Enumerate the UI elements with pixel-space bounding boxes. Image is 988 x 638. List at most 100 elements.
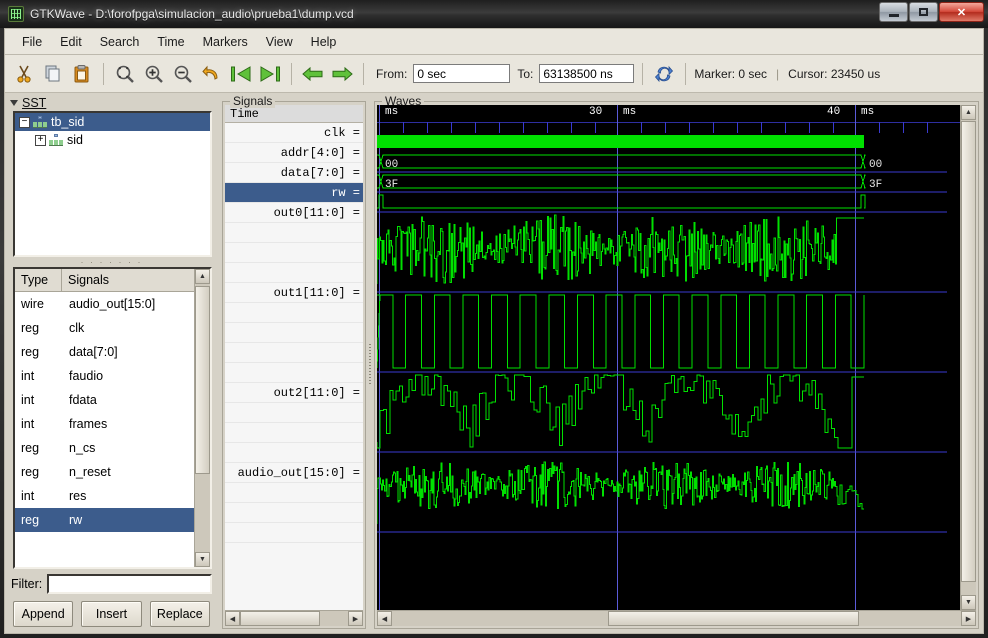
go-end-icon[interactable] bbox=[257, 61, 283, 87]
cell-signal: data[7:0] bbox=[62, 345, 194, 359]
cell-signal: frames bbox=[62, 417, 194, 431]
scroll-up-icon[interactable]: ▲ bbox=[195, 269, 210, 284]
waves-vscrollbar[interactable]: ▲ ▼ bbox=[960, 105, 976, 610]
expander-icon[interactable]: − bbox=[19, 117, 30, 128]
next-edge-icon[interactable] bbox=[329, 61, 355, 87]
cut-icon[interactable] bbox=[11, 61, 37, 87]
menu-file[interactable]: File bbox=[13, 32, 51, 52]
maximize-button[interactable] bbox=[909, 2, 938, 22]
menu-edit[interactable]: Edit bbox=[51, 32, 91, 52]
zoom-in-icon[interactable] bbox=[141, 61, 167, 87]
signal-name-list[interactable]: Time clk = addr[4:0] = data[7:0] = rw = … bbox=[225, 105, 363, 610]
go-start-icon[interactable] bbox=[228, 61, 254, 87]
ruler-label: ms bbox=[623, 106, 636, 118]
table-row[interactable]: wire audio_out[15:0] bbox=[15, 292, 194, 316]
table-row[interactable]: reg n_cs bbox=[15, 436, 194, 460]
signal-name-addr[interactable]: addr[4:0] = bbox=[225, 143, 363, 163]
table-row[interactable]: reg clk bbox=[15, 316, 194, 340]
signal-name-clk[interactable]: clk = bbox=[225, 123, 363, 143]
column-header-type[interactable]: Type bbox=[15, 269, 62, 291]
splitter-grip bbox=[369, 344, 371, 384]
scroll-up-icon[interactable]: ▲ bbox=[961, 105, 976, 120]
signal-name-out2[interactable]: out2[11:0] = bbox=[225, 383, 363, 403]
toolbar-separator-2 bbox=[291, 63, 292, 85]
menu-view[interactable]: View bbox=[257, 32, 302, 52]
table-row[interactable]: reg data[7:0] bbox=[15, 340, 194, 364]
insert-button[interactable]: Insert bbox=[81, 601, 141, 627]
module-icon bbox=[33, 116, 47, 128]
table-row[interactable]: int frames bbox=[15, 412, 194, 436]
scrollbar-track[interactable] bbox=[961, 120, 976, 595]
signal-name-out0[interactable]: out0[11:0] = bbox=[225, 203, 363, 223]
signals-hscrollbar[interactable]: ◀ ▶ bbox=[225, 610, 363, 626]
tree-item-tb_sid[interactable]: − tb_sid bbox=[15, 113, 210, 131]
menu-help[interactable]: Help bbox=[302, 32, 346, 52]
signal-name-out1[interactable]: out1[11:0] = bbox=[225, 283, 363, 303]
cell-signal: clk bbox=[62, 321, 194, 335]
table-row[interactable]: int fdata bbox=[15, 388, 194, 412]
hscroll-right-icon[interactable]: ▶ bbox=[348, 611, 363, 626]
undo-icon[interactable] bbox=[199, 61, 225, 87]
hscrollbar-track[interactable] bbox=[392, 611, 961, 626]
pane-splitter[interactable] bbox=[366, 94, 374, 633]
hscrollbar-track[interactable] bbox=[240, 611, 348, 626]
signal-name-audioout[interactable]: audio_out[15:0] = bbox=[225, 463, 363, 483]
scrollbar-thumb[interactable] bbox=[961, 121, 976, 582]
cursor-status: Cursor: 23450 us bbox=[788, 67, 880, 81]
menu-search[interactable]: Search bbox=[91, 32, 149, 52]
zoom-out-icon[interactable] bbox=[170, 61, 196, 87]
tree-item-sid[interactable]: + sid bbox=[15, 131, 210, 149]
table-row[interactable]: int faudio bbox=[15, 364, 194, 388]
hscroll-left-icon[interactable]: ◀ bbox=[225, 611, 240, 626]
hscrollbar-thumb[interactable] bbox=[240, 611, 320, 626]
minimize-icon bbox=[889, 14, 899, 17]
sst-header[interactable]: SST bbox=[5, 94, 218, 111]
menu-markers[interactable]: Markers bbox=[194, 32, 257, 52]
filter-row: Filter: bbox=[5, 569, 218, 597]
table-row[interactable]: int res bbox=[15, 484, 194, 508]
paste-icon[interactable] bbox=[69, 61, 95, 87]
to-input[interactable]: 63138500 ns bbox=[539, 64, 634, 83]
signal-name-rw[interactable]: rw = bbox=[225, 183, 363, 203]
cell-type: reg bbox=[15, 345, 62, 359]
scrollbar-track[interactable] bbox=[195, 284, 210, 552]
scroll-down-icon[interactable]: ▼ bbox=[961, 595, 976, 610]
reload-icon[interactable] bbox=[651, 61, 677, 87]
spacer-row bbox=[225, 243, 363, 263]
waves-hscrollbar[interactable]: ◀ ▶ bbox=[377, 610, 976, 626]
zoom-fit-icon[interactable] bbox=[112, 61, 138, 87]
hscroll-right-icon[interactable]: ▶ bbox=[961, 611, 976, 626]
signal-name-data[interactable]: data[7:0] = bbox=[225, 163, 363, 183]
sst-tree[interactable]: − tb_sid + sid bbox=[13, 111, 212, 257]
column-header-signals[interactable]: Signals bbox=[62, 269, 194, 291]
table-row[interactable]: reg rw bbox=[15, 508, 194, 532]
from-input[interactable]: 0 sec bbox=[413, 64, 510, 83]
minimize-button[interactable] bbox=[879, 2, 908, 22]
signal-table[interactable]: Type Signals wire audio_out[15:0] reg bbox=[13, 267, 212, 569]
replace-button[interactable]: Replace bbox=[150, 601, 210, 627]
close-button[interactable]: ✕ bbox=[939, 2, 984, 22]
time-ruler[interactable]: ms 30 ms 40 ms bbox=[377, 105, 960, 123]
spacer-row bbox=[225, 303, 363, 323]
filter-input[interactable] bbox=[47, 574, 212, 594]
pane-resize-grip[interactable]: · · · · · · · bbox=[5, 257, 218, 267]
wave-canvas[interactable]: ms 30 ms 40 ms bbox=[377, 105, 960, 610]
hscroll-left-icon[interactable]: ◀ bbox=[377, 611, 392, 626]
from-label: From: bbox=[376, 67, 407, 81]
waves-body: ms 30 ms 40 ms bbox=[377, 105, 976, 610]
hscrollbar-thumb[interactable] bbox=[608, 611, 858, 626]
menu-time[interactable]: Time bbox=[148, 32, 193, 52]
scrollbar-thumb[interactable] bbox=[195, 286, 210, 474]
table-row[interactable]: reg n_reset bbox=[15, 460, 194, 484]
expander-icon[interactable]: + bbox=[35, 135, 46, 146]
prev-edge-icon[interactable] bbox=[300, 61, 326, 87]
scroll-down-icon[interactable]: ▼ bbox=[195, 552, 210, 567]
signal-table-scrollbar[interactable]: ▲ ▼ bbox=[194, 269, 210, 567]
spacer-row bbox=[225, 443, 363, 463]
copy-icon[interactable] bbox=[40, 61, 66, 87]
panes-container: SST − tb_sid + sid · · · · · · · bbox=[5, 94, 983, 633]
ruler-label: 30 bbox=[589, 106, 602, 118]
append-button[interactable]: Append bbox=[13, 601, 73, 627]
waves-pane: Waves ms 30 ms 40 ms bbox=[374, 94, 983, 633]
toolbar-separator-3 bbox=[363, 63, 364, 85]
